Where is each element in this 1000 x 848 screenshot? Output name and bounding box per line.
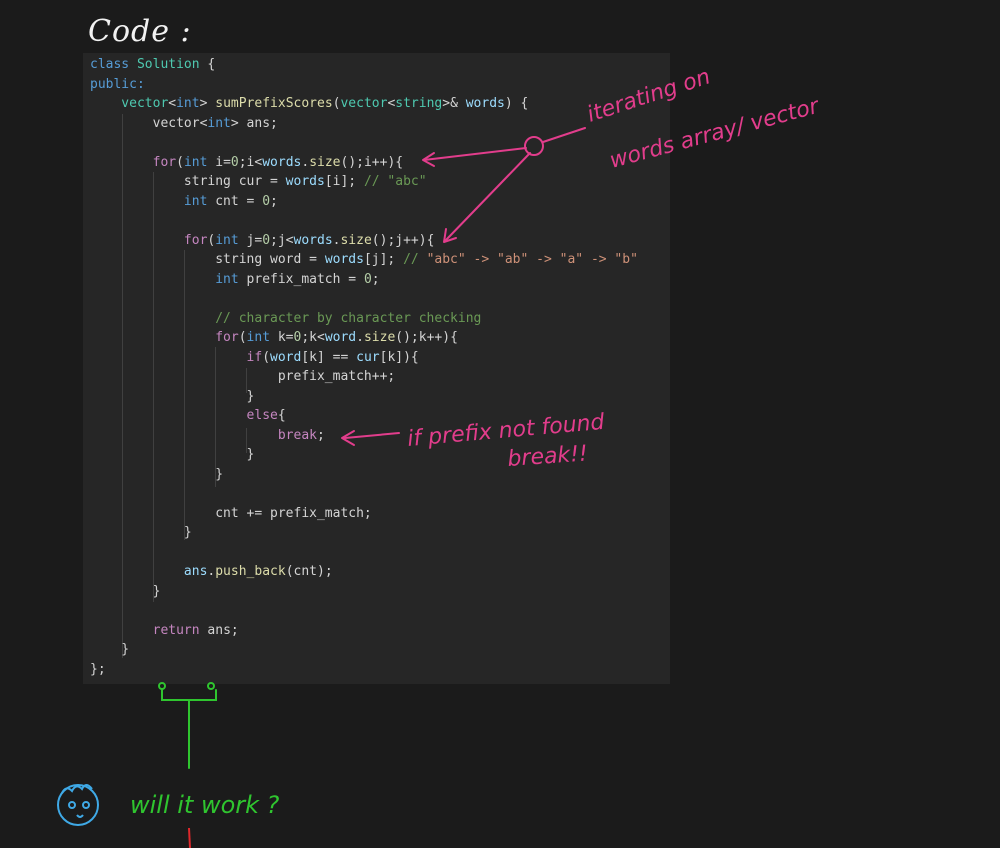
arrow-to-outer-loop [423, 147, 527, 161]
annotation-layer: iterating on words array/ vector if pref… [57, 64, 823, 848]
annotation-connector-line [542, 127, 586, 143]
annotation-hub-circle [524, 136, 544, 156]
green-bracket-pointer [158, 682, 217, 769]
annotation-prefix-line2: break!! [507, 441, 589, 472]
arrow-to-break [344, 432, 400, 439]
red-line-mark [188, 827, 191, 848]
annotation-iterating-line1: iterating on [584, 64, 713, 127]
face-doodle-icon [57, 784, 99, 826]
annotation-question: will it work ? [130, 791, 280, 819]
arrow-to-inner-loop [445, 152, 531, 241]
